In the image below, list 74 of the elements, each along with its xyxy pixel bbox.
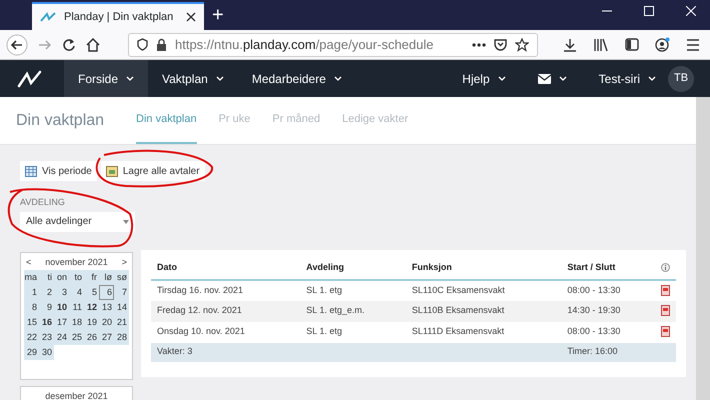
nav-item[interactable]: Vaktplan <box>148 60 238 97</box>
column-header: Funksjon <box>406 258 562 280</box>
department-select[interactable]: Alle avdelinger <box>20 212 135 232</box>
calendar-day[interactable]: 8 <box>24 300 39 314</box>
table-cell: SL111D Eksamensvakt <box>406 322 562 342</box>
table-cell: Tirsdag 16. nov. 2021 <box>151 280 300 300</box>
table-cell: Onsdag 10. nov. 2021 <box>151 322 300 342</box>
calendar-day[interactable]: 21 <box>114 314 129 330</box>
nav-item[interactable]: Medarbeidere <box>238 60 356 97</box>
calendar-day[interactable]: 18 <box>69 314 84 330</box>
calendar-day[interactable]: 12 <box>84 300 99 314</box>
calendar-day[interactable]: 27 <box>99 330 114 344</box>
toolbar-button[interactable]: Lagre alle avtaler <box>100 161 205 181</box>
weekday-label: ma <box>24 270 39 284</box>
calendar-day[interactable]: 14 <box>114 300 129 314</box>
calendar-day[interactable]: 4 <box>69 284 84 300</box>
calendar-day[interactable]: 9 <box>39 300 54 314</box>
calendar-day[interactable]: 16 <box>39 314 54 330</box>
calendar-day[interactable]: 13 <box>99 300 114 314</box>
calendar-day[interactable]: 11 <box>69 300 84 314</box>
new-tab-button[interactable]: + <box>212 0 224 30</box>
address-bar[interactable]: https://ntnu.planday.com/page/your-schedule <box>128 32 538 56</box>
calendar-day[interactable]: 10 <box>54 300 69 314</box>
weekday-label: lø <box>99 270 114 284</box>
help-menu[interactable]: Hjelp <box>450 60 518 97</box>
column-header: Dato <box>151 258 300 280</box>
calendar-day[interactable]: 24 <box>54 330 69 344</box>
calendar-day[interactable]: 28 <box>114 330 129 344</box>
table-cell: SL110B Eksamensvakt <box>406 300 562 322</box>
user-menu[interactable]: Test-siri <box>586 60 668 97</box>
calendar-day[interactable]: 23 <box>39 330 54 344</box>
weekday-label: ti <box>39 270 54 284</box>
shift-count: Vakter: 3 <box>151 342 300 362</box>
calendar-day[interactable]: 19 <box>84 314 99 330</box>
url-text: https://ntnu.planday.com/page/your-schedule <box>175 36 434 54</box>
table-cell: SL 1. etg <box>300 280 406 300</box>
weekday-label: on <box>54 270 69 284</box>
table-cell: SL 1. etg <box>300 322 406 342</box>
toolbar-button[interactable]: Vis periode <box>20 161 97 181</box>
page-title: Din vaktplan <box>16 110 104 130</box>
calendar-day[interactable]: 2 <box>39 284 54 300</box>
month-title: desember 2021 <box>45 390 108 400</box>
column-header: Start / Slutt <box>561 258 655 280</box>
calendar-day[interactable]: 1 <box>24 284 39 300</box>
nav-item[interactable]: Forside <box>64 60 148 97</box>
month-title: november 2021 <box>45 256 108 269</box>
calendar-day[interactable]: 29 <box>24 344 39 360</box>
calendar-day[interactable]: 25 <box>69 330 84 344</box>
total-hours: Timer: 16:00 <box>561 342 655 362</box>
calendar-day[interactable]: 5 <box>84 284 99 300</box>
filter-label: AVDELING <box>20 196 66 209</box>
calendar-day[interactable]: 15 <box>24 314 39 330</box>
avatar[interactable]: TB <box>668 66 694 92</box>
calendar-day[interactable]: 17 <box>54 314 69 330</box>
next-month-button[interactable]: > <box>122 256 127 270</box>
table-cell: 14:30 - 19:30 <box>561 300 655 322</box>
table-cell: SL110C Eksamensvakt <box>406 280 562 300</box>
calendar-day[interactable]: 3 <box>54 284 69 300</box>
weekday-label: to <box>69 270 84 284</box>
table-cell: Fredag 12. nov. 2021 <box>151 300 300 322</box>
table-cell: 08:00 - 13:30 <box>561 280 655 300</box>
calendar-day[interactable]: 26 <box>84 330 99 344</box>
calendar-day[interactable]: 7 <box>114 284 129 300</box>
browser-tab[interactable]: Planday | Din vaktplan <box>32 2 204 30</box>
column-header: Avdeling <box>300 258 406 280</box>
table-cell: SL 1. etg_e.m. <box>300 300 406 322</box>
calendar-day[interactable]: 30 <box>39 344 54 360</box>
prev-month-button[interactable]: < <box>26 256 32 270</box>
weekday-label: fr <box>84 270 99 284</box>
calendar-day[interactable]: 22 <box>24 330 39 344</box>
calendar-day[interactable]: 20 <box>99 314 114 330</box>
weekday-label: sø <box>114 270 129 284</box>
calendar-day[interactable]: 6 <box>99 284 114 300</box>
table-cell: 08:00 - 13:30 <box>561 322 655 342</box>
